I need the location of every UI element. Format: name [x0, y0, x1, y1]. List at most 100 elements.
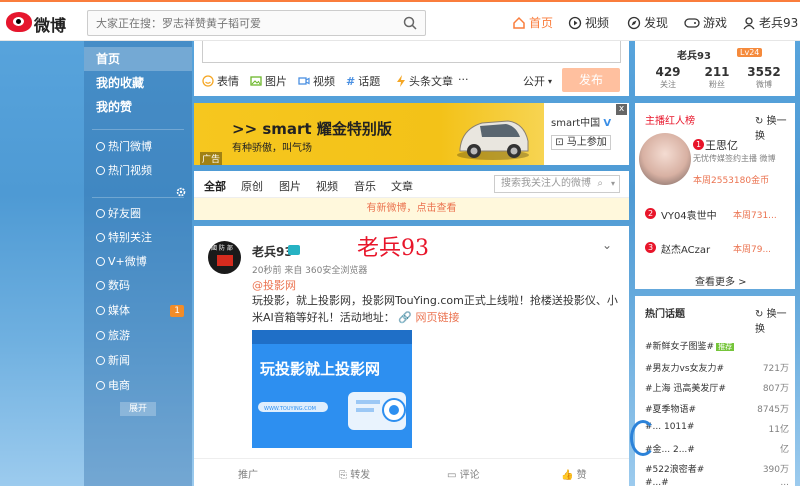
post-mention[interactable]: @投影网 — [252, 277, 296, 293]
tool-label: 视频 — [313, 75, 335, 88]
sidebar-item-news[interactable]: 新闻 — [84, 349, 192, 373]
emoji-tool[interactable]: 表情 — [202, 73, 239, 89]
nav-home[interactable]: 首页 — [512, 14, 553, 31]
stat-value: 429 — [655, 65, 681, 79]
new-posts-notice[interactable]: 有新微博，点击查看 — [194, 198, 629, 220]
ad-follow-label: 马上参加 — [566, 137, 607, 148]
sidebar-item-favorites[interactable]: 我的收藏 — [84, 71, 192, 95]
fire-icon — [96, 142, 105, 151]
nav-video[interactable]: 视频 — [568, 14, 609, 31]
publish-button[interactable]: 发布 — [562, 68, 620, 92]
nav-discover[interactable]: 发现 — [627, 14, 668, 31]
article-tool[interactable]: 头条文章 — [396, 73, 453, 89]
stat-followers[interactable]: 211 粉丝 — [692, 65, 742, 90]
visibility-select[interactable]: 公开 ▾ — [523, 73, 552, 89]
ad-follow-button[interactable]: ⊡ 马上参加 — [551, 135, 611, 150]
web-link[interactable]: 🔗 网页链接 — [398, 311, 459, 324]
sidebar-item-ecommerce[interactable]: 电商 — [84, 374, 192, 398]
refresh-icon: ↻ — [755, 309, 767, 320]
search-icon[interactable]: ⌕ — [597, 176, 603, 192]
tab-all[interactable]: 全部 — [204, 178, 226, 194]
feed-search-input[interactable]: 搜索我关注人的微博 ⌕ ▾ — [494, 175, 620, 193]
refresh-button[interactable]: ↻ 换一换 — [755, 112, 795, 142]
like-button[interactable]: 👍 赞 — [561, 466, 587, 481]
topic-tool[interactable]: # 话题 — [346, 73, 380, 89]
circle-icon — [96, 306, 105, 315]
tool-label: 表情 — [217, 75, 239, 88]
image-tool[interactable]: 图片 — [250, 73, 287, 89]
stat-label: 关注 — [660, 80, 676, 89]
like-label: 赞 — [576, 470, 587, 481]
sidebar-item-vplus[interactable]: V+微博 — [84, 250, 192, 274]
topic-item[interactable]: #522浪密者# 390万 — [645, 462, 789, 475]
sidebar-item-digital[interactable]: 数码 — [84, 274, 192, 298]
search-box[interactable] — [87, 10, 426, 36]
ad-banner[interactable]: >> smart 耀金特别版 有种骄傲，叫气场 广告 smart中国 V ⊡ 马… — [194, 103, 629, 165]
search-input[interactable] — [88, 11, 388, 35]
avatar[interactable]: 國 防 部 — [208, 241, 241, 274]
sidebar-item-special[interactable]: 特别关注 — [84, 226, 192, 250]
compose-textarea[interactable] — [202, 41, 621, 63]
topic-item[interactable]: #男友力vs女友力# 721万 — [645, 361, 789, 374]
web-link-label: 网页链接 — [415, 311, 460, 324]
feed-tabs: 全部 原创 图片 视频 音乐 文章 搜索我关注人的微博 ⌕ ▾ — [194, 171, 629, 198]
tab-images[interactable]: 图片 — [279, 178, 301, 194]
sidebar-item-home[interactable]: 首页 — [84, 47, 192, 71]
smile-icon — [202, 75, 214, 87]
comment-button[interactable]: ▭ 评论 — [447, 466, 480, 481]
count-badge: 1 — [170, 305, 184, 317]
circle-icon — [96, 331, 105, 340]
sidebar-item-media[interactable]: 媒体 1 — [84, 299, 192, 323]
topic-item[interactable]: #...#... — [645, 478, 789, 486]
tab-original[interactable]: 原创 — [241, 178, 263, 194]
topic-item[interactable]: #上海 迅高美发厅# 807万 — [645, 381, 789, 394]
sidebar-item-friends[interactable]: 好友圈 — [84, 202, 192, 226]
stat-posts[interactable]: 3552 微博 — [739, 65, 789, 90]
gear-icon[interactable] — [176, 187, 186, 197]
repost-icon: ⎘ — [339, 470, 351, 481]
close-icon[interactable]: x — [616, 104, 627, 115]
host-avatar[interactable] — [639, 133, 691, 185]
expand-button[interactable]: 展开 — [120, 402, 156, 416]
chevron-down-icon[interactable]: ⌄ — [602, 238, 612, 252]
stat-following[interactable]: 429 关注 — [643, 65, 693, 90]
more-tool[interactable]: ··· — [458, 73, 469, 86]
view-more-link[interactable]: 查看更多 > — [695, 273, 747, 288]
nav-game[interactable]: 游戏 — [684, 14, 727, 31]
topic-name: #男友力vs女友力# — [645, 364, 725, 374]
post-image[interactable]: 玩投影就上投影网 WWW.TOUYING.COM — [252, 330, 412, 448]
visibility-label: 公开 — [523, 75, 545, 88]
post-author[interactable]: 老兵93 — [252, 243, 293, 260]
sidebar-item-hot-weibo[interactable]: 热门微博 — [84, 135, 192, 159]
nav-user[interactable]: 老兵93 — [742, 14, 798, 31]
ad-brand-label: smart中国 — [551, 118, 601, 129]
refresh-button[interactable]: ↻ 换一换 — [755, 305, 795, 335]
host-name[interactable]: 赵杰ACzar — [661, 241, 710, 256]
sidebar-item-likes[interactable]: 我的赞 — [84, 95, 192, 119]
repost-button[interactable]: ⎘ 转发 — [339, 466, 370, 481]
chevron-down-icon[interactable]: ▾ — [611, 176, 615, 192]
promote-button[interactable]: 推广 — [238, 466, 258, 481]
topic-item[interactable]: #... 1011# 11亿 — [645, 422, 789, 435]
sidebar-item-label: 新闻 — [108, 354, 130, 367]
topic-count: ... — [780, 478, 789, 486]
profile-name[interactable]: 老兵93 — [677, 47, 711, 62]
tab-videos[interactable]: 视频 — [316, 178, 338, 194]
v-icon — [96, 257, 105, 266]
host-name[interactable]: 王思亿 — [705, 137, 738, 153]
host-name[interactable]: VY04袁世中 — [661, 207, 717, 222]
search-icon[interactable] — [403, 16, 417, 30]
topic-item[interactable]: #金... 2...# 亿 — [645, 442, 789, 455]
topic-item[interactable]: #夏季物语# 8745万 — [645, 402, 789, 415]
level-badge: Lv24 — [737, 48, 763, 57]
weibo-logo[interactable]: 微博 — [6, 9, 66, 35]
ad-brand[interactable]: smart中国 V — [551, 114, 611, 129]
thumbs-up-icon: 👍 — [561, 470, 577, 481]
tab-music[interactable]: 音乐 — [354, 178, 376, 194]
topic-count: 390万 — [762, 465, 789, 475]
sidebar-item-travel[interactable]: 旅游 — [84, 324, 192, 348]
tab-articles[interactable]: 文章 — [391, 178, 413, 194]
topic-item[interactable]: #新鲜女子图鉴# 推荐 — [645, 339, 789, 352]
video-tool[interactable]: 视频 — [298, 73, 335, 89]
sidebar-item-hot-video[interactable]: 热门视频 — [84, 159, 192, 183]
